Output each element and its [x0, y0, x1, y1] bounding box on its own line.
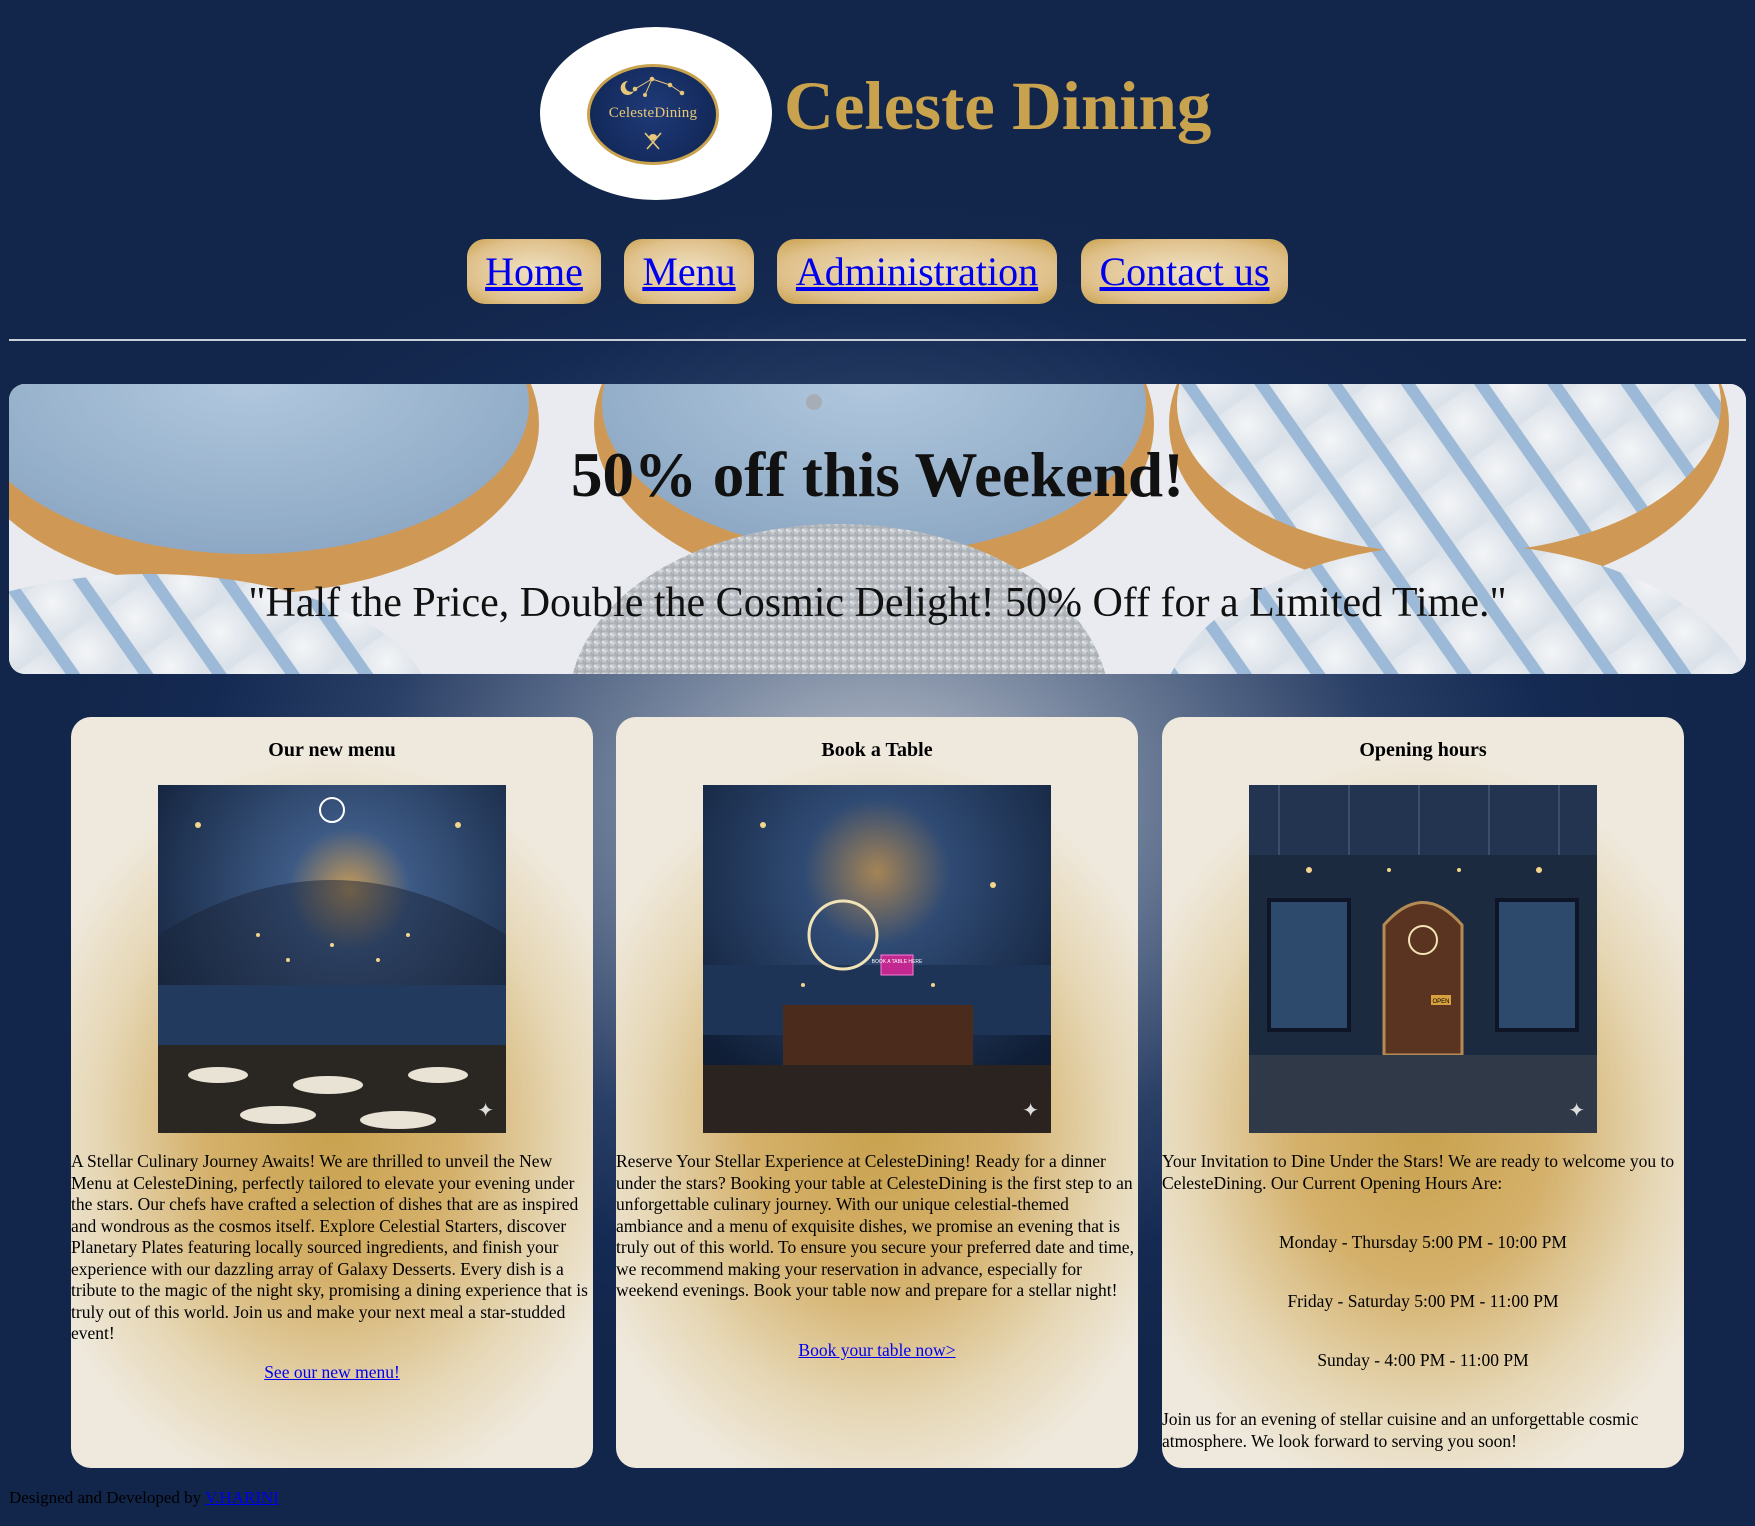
hours-fri-sat: Friday - Saturday 5:00 PM - 11:00 PM: [1287, 1291, 1559, 1311]
site-footer: Designed and Developed by V.HARINI: [9, 1488, 279, 1508]
book-table-link[interactable]: Book your table now>: [616, 1340, 1138, 1361]
card-title: Book a Table: [821, 739, 933, 761]
footer-credit: Designed and Developed by: [9, 1488, 206, 1507]
hours-intro: Your Invitation to Dine Under the Stars!…: [1162, 1151, 1675, 1193]
sparkle-icon: ✦: [1568, 1100, 1585, 1122]
nav-administration-link[interactable]: Administration: [777, 239, 1057, 304]
card-opening-hours: Opening hours OPEN ✦ Your Invitation to …: [1162, 717, 1684, 1468]
desk-sign: BOOK A TABLE HERE: [872, 959, 923, 965]
site-header: CelesteDining Celeste Dining Home Menu A…: [0, 0, 1755, 341]
card-title: Opening hours: [1359, 739, 1487, 761]
restaurant-entrance-image: OPEN ✦: [1249, 785, 1597, 1133]
nav-menu-link[interactable]: Menu: [624, 239, 754, 304]
nav-contact-link[interactable]: Contact us: [1081, 239, 1288, 304]
banner-tagline: "Half the Price, Double the Cosmic Delig…: [248, 580, 1507, 626]
hours-outro: Join us for an evening of stellar cuisin…: [1162, 1409, 1639, 1451]
main-nav: Home Menu Administration Contact us: [0, 239, 1755, 304]
site-title: Celeste Dining: [784, 68, 1212, 144]
entrance-sign: OPEN: [1432, 999, 1449, 1005]
hours-mon-thu: Monday - Thursday 5:00 PM - 10:00 PM: [1279, 1232, 1567, 1252]
card-description: Reserve Your Stellar Experience at Celes…: [616, 1151, 1134, 1300]
logo-text: CelesteDining: [608, 105, 698, 121]
nav-home-link[interactable]: Home: [467, 239, 601, 304]
banner-heading: 50% off this Weekend!: [570, 440, 1185, 510]
see-new-menu-link[interactable]: See our new menu!: [71, 1362, 593, 1383]
card-new-menu: Our new menu ✦ A Stellar Culinary Journe…: [71, 717, 593, 1468]
hours-sunday: Sunday - 4:00 PM - 11:00 PM: [1317, 1350, 1529, 1370]
author-link[interactable]: V.HARINI: [205, 1488, 279, 1507]
sparkle-icon: ✦: [1022, 1100, 1039, 1122]
header-divider: [9, 339, 1746, 341]
logo[interactable]: CelesteDining: [540, 27, 772, 200]
sparkle-icon: ✦: [477, 1100, 494, 1122]
logo-badge: CelesteDining: [587, 64, 719, 165]
card-title: Our new menu: [268, 739, 396, 761]
reservation-desk-image: BOOK A TABLE HERE ✦: [703, 785, 1051, 1133]
card-book-table: Book a Table BOOK A TABLE HERE ✦ Reserve…: [616, 717, 1138, 1468]
donuts-background-image: [9, 384, 1746, 674]
restaurant-interior-image: ✦: [158, 785, 506, 1133]
promo-banner: 50% off this Weekend! "Half the Price, D…: [9, 384, 1746, 674]
card-description: A Stellar Culinary Journey Awaits! We ar…: [71, 1151, 588, 1343]
